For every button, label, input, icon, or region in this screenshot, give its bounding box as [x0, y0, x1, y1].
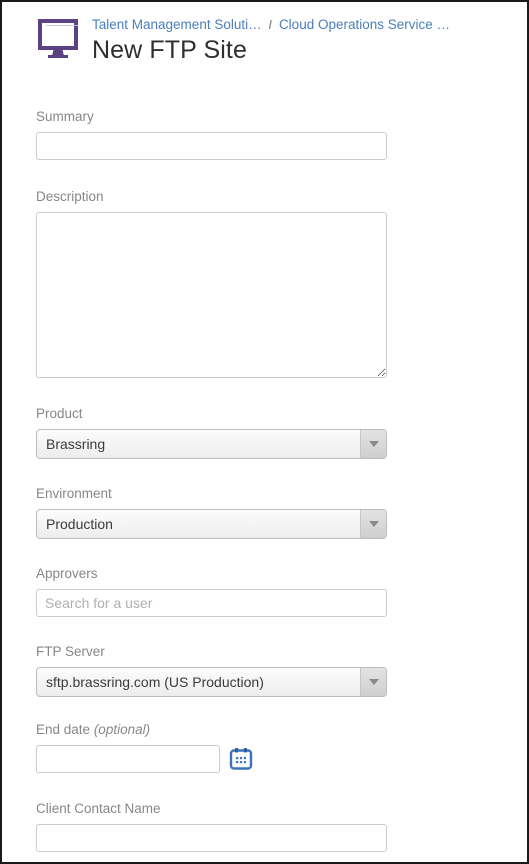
chevron-down-icon[interactable]: [360, 430, 386, 458]
monitor-screen: [38, 19, 78, 50]
page-title: New FTP Site: [92, 36, 247, 64]
description-textarea[interactable]: [36, 212, 387, 378]
field-ftp-server: FTP Server sftp.brassring.com (US Produc…: [36, 644, 527, 697]
page-header: Talent Management Soluti… / Cloud Operatio…: [2, 2, 527, 66]
app-window: Talent Management Soluti… / Cloud Operatio…: [0, 0, 529, 864]
label-product: Product: [36, 406, 83, 421]
monitor-base: [48, 55, 68, 58]
field-environment: Environment Production: [36, 486, 527, 539]
end-date-row: [36, 745, 527, 773]
product-select[interactable]: Brassring: [36, 429, 387, 459]
field-approvers: Approvers: [36, 566, 527, 617]
label-client-contact-name: Client Contact Name: [36, 801, 161, 816]
product-select-value: Brassring: [46, 436, 106, 452]
chevron-down-icon[interactable]: [360, 668, 386, 696]
label-approvers: Approvers: [36, 566, 98, 581]
ftp-server-select-value: sftp.brassring.com (US Production): [46, 674, 264, 690]
calendar-picker-button[interactable]: [227, 745, 255, 773]
label-end-date-optional: (optional): [93, 722, 151, 737]
ftp-server-select[interactable]: sftp.brassring.com (US Production): [36, 667, 387, 697]
client-contact-name-input[interactable]: [36, 824, 387, 852]
monitor-screen-highlight: [46, 25, 78, 26]
label-end-date-text: End date: [36, 722, 91, 737]
calendar-icon: [229, 748, 253, 770]
ftp-site-form: Summary Description Product Brassring En…: [2, 109, 527, 862]
label-environment: Environment: [36, 486, 112, 501]
environment-select-value: Production: [46, 516, 113, 532]
field-product: Product Brassring: [36, 406, 527, 459]
field-client-contact-name: Client Contact Name: [36, 801, 527, 852]
environment-select[interactable]: Production: [36, 509, 387, 539]
breadcrumb-separator: /: [268, 18, 272, 32]
monitor-icon: [36, 19, 80, 59]
summary-input[interactable]: [36, 132, 387, 160]
label-end-date: End date (optional): [36, 722, 527, 738]
label-ftp-server: FTP Server: [36, 644, 105, 659]
end-date-input[interactable]: [36, 745, 220, 773]
label-summary: Summary: [36, 109, 94, 124]
breadcrumb: Talent Management Soluti… / Cloud Operatio…: [92, 16, 450, 34]
header-text-block: Talent Management Soluti… / Cloud Operatio…: [80, 16, 450, 66]
field-summary: Summary: [36, 109, 527, 160]
label-description: Description: [36, 189, 104, 204]
breadcrumb-item-current[interactable]: Cloud Operations Service …: [279, 17, 450, 32]
approvers-input[interactable]: [36, 589, 387, 617]
field-end-date: End date (optional): [36, 722, 527, 773]
page-content: Talent Management Soluti… / Cloud Operatio…: [2, 2, 527, 862]
breadcrumb-item-parent[interactable]: Talent Management Soluti…: [92, 17, 262, 32]
field-description: Description: [36, 189, 527, 378]
chevron-down-icon[interactable]: [360, 510, 386, 538]
